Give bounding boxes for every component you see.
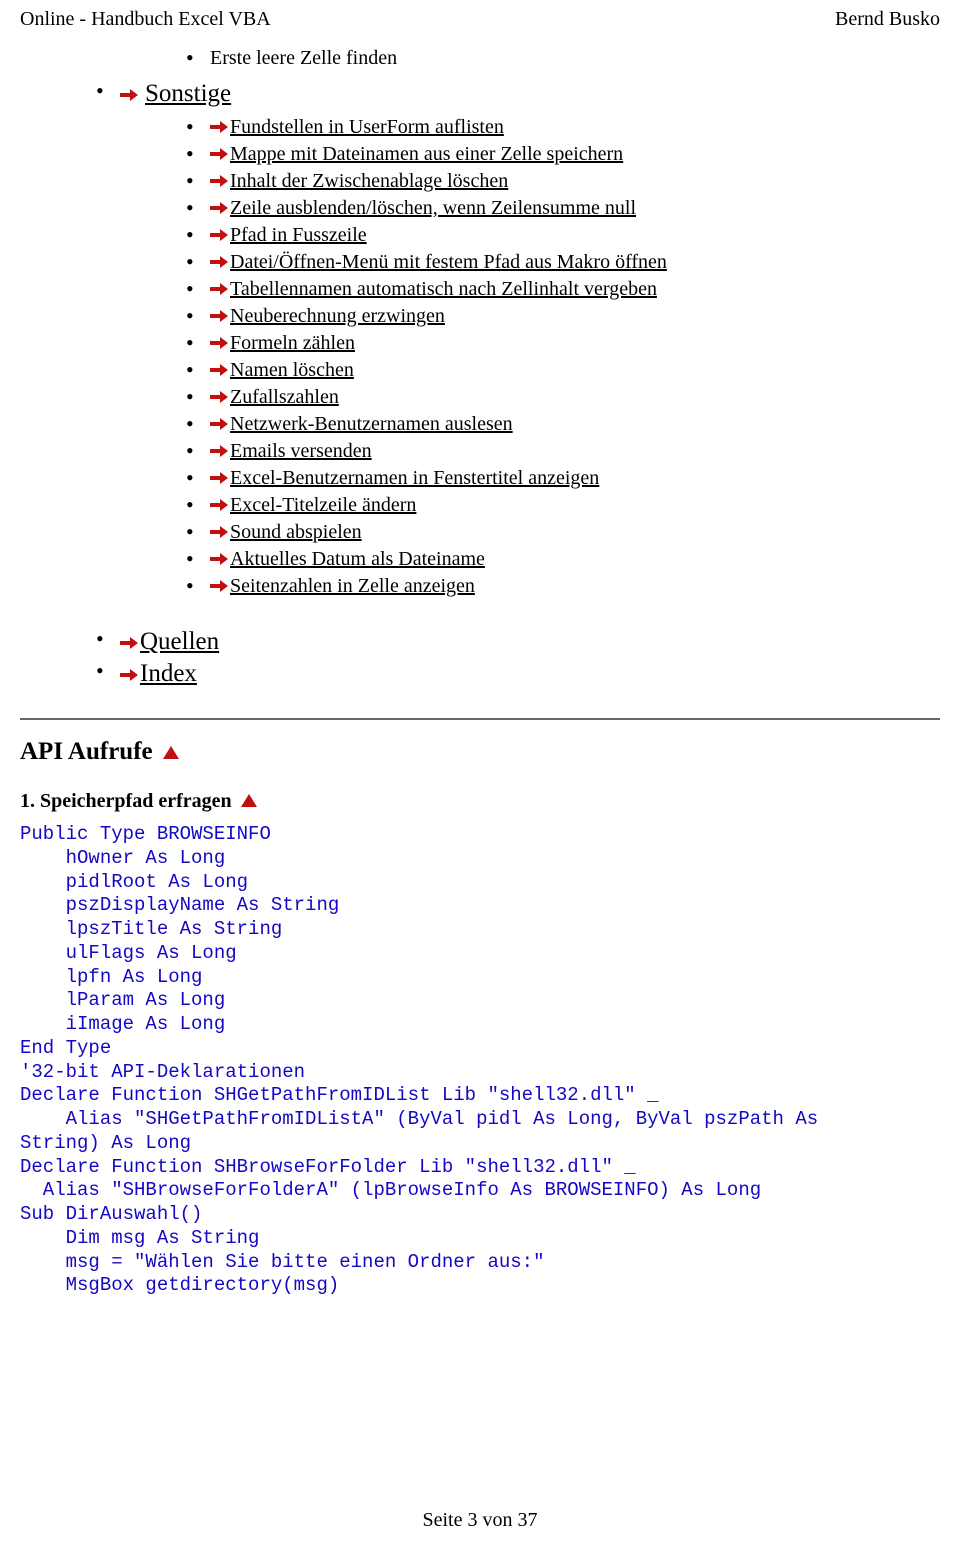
arrow-right-icon bbox=[210, 282, 228, 296]
list-item: Mappe mit Dateinamen aus einer Zelle spe… bbox=[210, 143, 940, 166]
arrow-right-icon bbox=[210, 228, 228, 242]
list-item: Zufallszahlen bbox=[210, 386, 940, 409]
arrow-right-icon bbox=[120, 668, 138, 682]
section-sonstige-link[interactable]: Sonstige bbox=[145, 80, 231, 107]
code-block: Public Type BROWSEINFO hOwner As Long pi… bbox=[20, 823, 940, 1298]
list-item: Namen löschen bbox=[210, 359, 940, 382]
arrow-right-icon bbox=[210, 309, 228, 323]
arrow-right-icon bbox=[210, 552, 228, 566]
arrow-right-icon bbox=[210, 255, 228, 269]
arrow-right-icon bbox=[210, 120, 228, 134]
api-subheading: 1. Speicherpfad erfragen bbox=[20, 790, 940, 813]
page-footer: Seite 3 von 37 bbox=[20, 1509, 940, 1532]
arrow-right-icon bbox=[210, 525, 228, 539]
toc-link[interactable]: Zufallszahlen bbox=[230, 386, 339, 408]
list-item: Fundstellen in UserForm auflisten bbox=[210, 116, 940, 139]
list-item: Datei/Öffnen-Menü mit festem Pfad aus Ma… bbox=[210, 251, 940, 274]
sonstige-group: Sonstige Fundstellen in UserForm auflist… bbox=[80, 80, 940, 598]
index-link[interactable]: Index bbox=[140, 660, 197, 687]
quellen-link[interactable]: Quellen bbox=[140, 628, 219, 655]
toc-link[interactable]: Sound abspielen bbox=[230, 521, 362, 543]
section-heading-item: Sonstige Fundstellen in UserForm auflist… bbox=[120, 80, 940, 598]
list-item: Netzwerk-Benutzernamen auslesen bbox=[210, 413, 940, 436]
page: Online - Handbuch Excel VBA Bernd Busko … bbox=[0, 0, 960, 1542]
list-item: Neuberechnung erzwingen bbox=[210, 305, 940, 328]
bottom-links-list: Quellen Index bbox=[80, 628, 940, 688]
arrow-right-icon bbox=[210, 579, 228, 593]
api-heading: API Aufrufe bbox=[20, 738, 940, 766]
list-item: Quellen bbox=[120, 628, 940, 656]
api-subheading-text: 1. Speicherpfad erfragen bbox=[20, 790, 232, 812]
toc-link[interactable]: Mappe mit Dateinamen aus einer Zelle spe… bbox=[230, 143, 623, 165]
list-item: Pfad in Fusszeile bbox=[210, 224, 940, 247]
header-right: Bernd Busko bbox=[835, 8, 940, 31]
list-item: Zeile ausblenden/löschen, wenn Zeilensum… bbox=[210, 197, 940, 220]
toc-link[interactable]: Namen löschen bbox=[230, 359, 354, 381]
list-item: Formeln zählen bbox=[210, 332, 940, 355]
list-item: Tabellennamen automatisch nach Zellinhal… bbox=[210, 278, 940, 301]
api-heading-text: API Aufrufe bbox=[20, 738, 153, 765]
list-item: Aktuelles Datum als Dateiname bbox=[210, 548, 940, 571]
arrow-right-icon bbox=[210, 147, 228, 161]
arrow-right-icon bbox=[120, 88, 138, 102]
triangle-up-icon bbox=[241, 794, 257, 807]
page-header: Online - Handbuch Excel VBA Bernd Busko bbox=[20, 0, 940, 33]
arrow-right-icon bbox=[210, 174, 228, 188]
arrow-right-icon bbox=[210, 498, 228, 512]
toc-link[interactable]: Formeln zählen bbox=[230, 332, 355, 354]
arrow-right-icon bbox=[210, 390, 228, 404]
arrow-right-icon bbox=[210, 336, 228, 350]
toc-link[interactable]: Excel-Benutzernamen in Fenstertitel anze… bbox=[230, 467, 599, 489]
top-list: Erste leere Zelle finden bbox=[80, 47, 940, 70]
list-item: Seitenzahlen in Zelle anzeigen bbox=[210, 575, 940, 598]
list-item-label: Erste leere Zelle finden bbox=[210, 47, 397, 69]
toc-link[interactable]: Aktuelles Datum als Dateiname bbox=[230, 548, 485, 570]
toc-link[interactable]: Tabellennamen automatisch nach Zellinhal… bbox=[230, 278, 657, 300]
list-item: Sound abspielen bbox=[210, 521, 940, 544]
toc-link[interactable]: Netzwerk-Benutzernamen auslesen bbox=[230, 413, 513, 435]
list-item: Excel-Titelzeile ändern bbox=[210, 494, 940, 517]
triangle-up-icon bbox=[163, 746, 179, 759]
list-item: Inhalt der Zwischenablage löschen bbox=[210, 170, 940, 193]
toc-link[interactable]: Datei/Öffnen-Menü mit festem Pfad aus Ma… bbox=[230, 251, 667, 273]
toc-link[interactable]: Emails versenden bbox=[230, 440, 372, 462]
toc-link[interactable]: Fundstellen in UserForm auflisten bbox=[230, 116, 504, 138]
list-item: Erste leere Zelle finden bbox=[210, 47, 940, 70]
arrow-right-icon bbox=[120, 636, 138, 650]
header-left: Online - Handbuch Excel VBA bbox=[20, 8, 271, 31]
arrow-right-icon bbox=[210, 417, 228, 431]
arrow-right-icon bbox=[210, 363, 228, 377]
toc-link[interactable]: Neuberechnung erzwingen bbox=[230, 305, 445, 327]
toc-link[interactable]: Pfad in Fusszeile bbox=[230, 224, 367, 246]
list-item: Index bbox=[120, 660, 940, 688]
arrow-right-icon bbox=[210, 471, 228, 485]
list-item: Excel-Benutzernamen in Fenstertitel anze… bbox=[210, 467, 940, 490]
toc-link[interactable]: Inhalt der Zwischenablage löschen bbox=[230, 170, 508, 192]
arrow-right-icon bbox=[210, 201, 228, 215]
list-item: Emails versenden bbox=[210, 440, 940, 463]
toc-link[interactable]: Zeile ausblenden/löschen, wenn Zeilensum… bbox=[230, 197, 636, 219]
divider bbox=[20, 718, 940, 720]
arrow-right-icon bbox=[210, 444, 228, 458]
toc-link[interactable]: Excel-Titelzeile ändern bbox=[230, 494, 416, 516]
toc-link[interactable]: Seitenzahlen in Zelle anzeigen bbox=[230, 575, 475, 597]
sonstige-items: Fundstellen in UserForm auflisten Mappe … bbox=[120, 116, 940, 598]
content-area: Erste leere Zelle finden Sonstige Fundst… bbox=[20, 47, 940, 688]
